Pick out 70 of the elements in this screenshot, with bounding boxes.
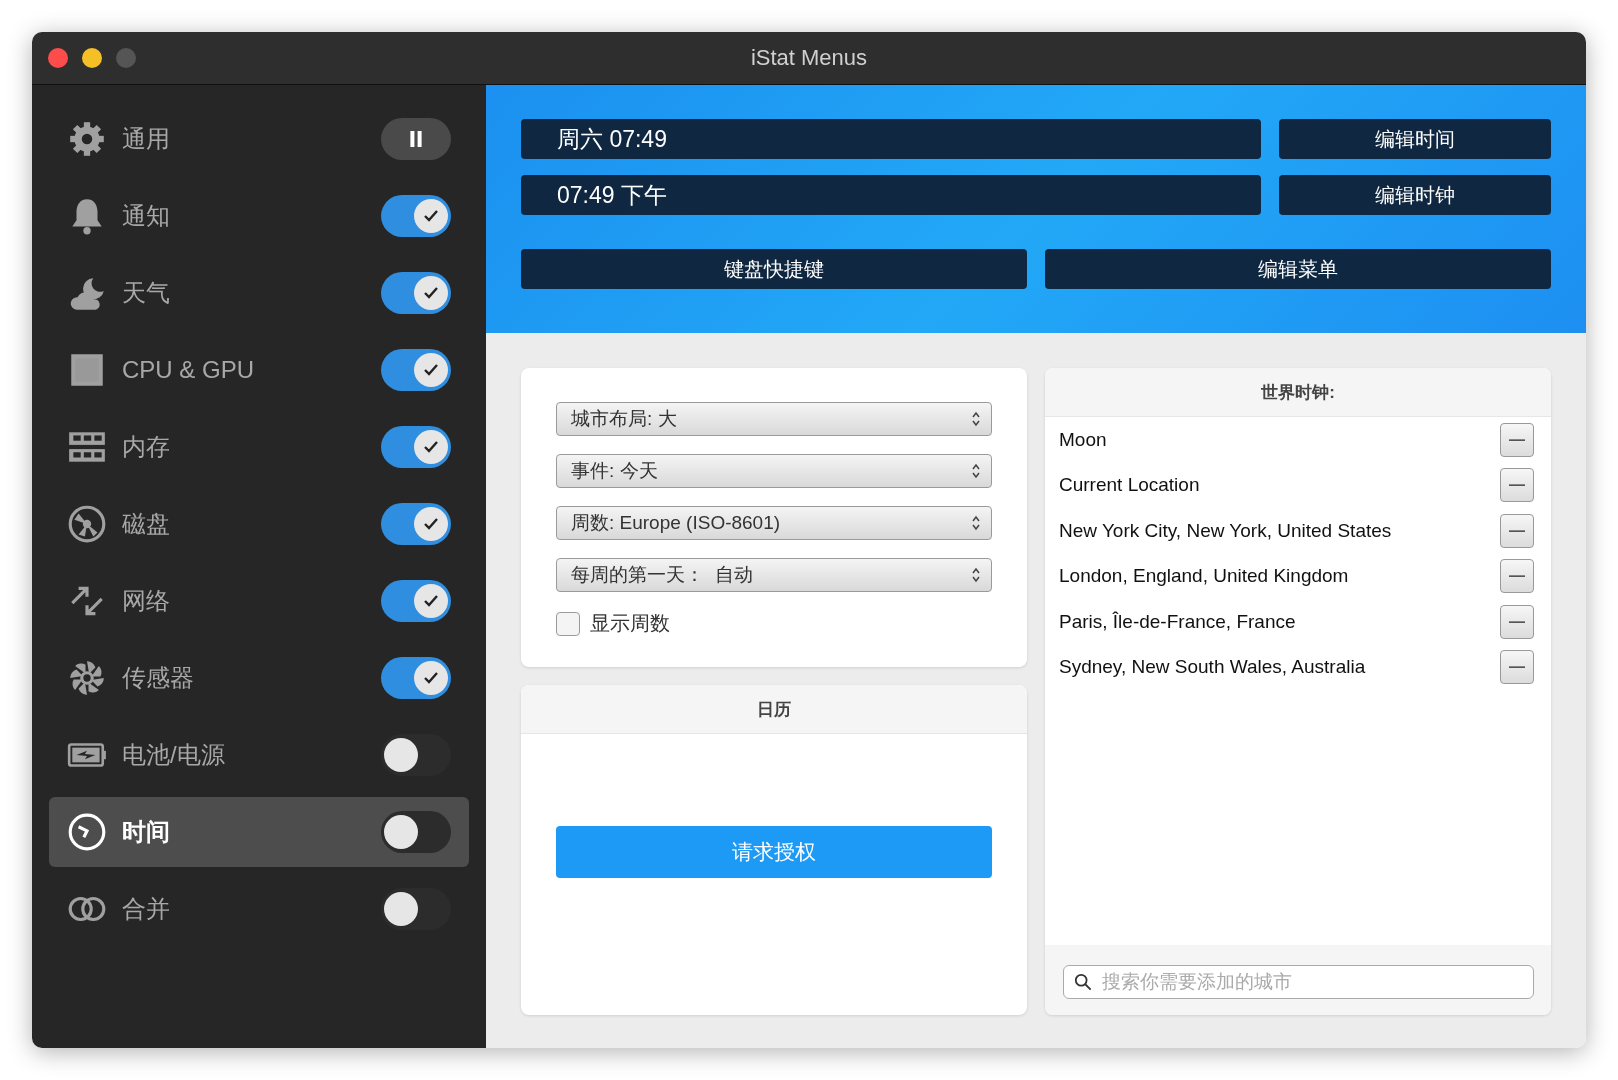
toggle-switch[interactable] [381,426,451,468]
window-title: iStat Menus [750,45,868,71]
remove-button[interactable]: — [1500,650,1534,685]
sidebar-item[interactable]: 磁盘 [49,489,469,559]
card-header: 日历 [521,685,1027,734]
remove-button[interactable]: — [1500,422,1534,457]
module-label: 内存 [122,432,171,462]
module-label: 时间 [122,817,171,847]
time-format-field[interactable]: 周六 07:49 [521,119,1261,159]
city-name: Moon [1059,428,1108,451]
city-name: Sydney, New South Wales, Australia [1059,656,1367,679]
checkbox[interactable] [556,611,580,636]
toggle-switch[interactable] [381,349,451,391]
dropdown[interactable]: 事件: 今天 [556,454,992,488]
search-field[interactable]: 搜索你需要添加的城市 [1063,965,1534,999]
city-name: New York City, New York, United States [1059,519,1393,542]
card-header: 世界时钟: [1045,368,1551,417]
module-label: 合并 [122,894,171,924]
time-format-field[interactable]: 07:49 下午 [521,175,1261,215]
close-button[interactable] [48,48,68,68]
sidebar-item[interactable]: 电池/电源 [49,720,469,790]
toggle-switch[interactable] [381,272,451,314]
edit-button[interactable]: 编辑时间 [1279,119,1551,159]
city-name: London, England, United Kingdom [1059,565,1350,588]
sidebar-item[interactable]: CPU & GPU [49,335,469,405]
module-label: 传感器 [122,663,195,693]
edit-button[interactable]: 编辑时钟 [1279,175,1551,215]
toggle-switch[interactable] [381,734,451,776]
minimize-button[interactable] [82,48,102,68]
checkbox-label: 显示周数 [590,611,670,636]
toggle-switch[interactable] [381,657,451,699]
pause-button[interactable] [381,118,451,160]
module-label: CPU & GPU [122,356,256,384]
updown-chevron-icon [971,567,981,583]
dropdown[interactable]: 城市布局: 大 [556,402,992,436]
sidebar-item[interactable]: 传感器 [49,643,469,713]
sidebar-item[interactable]: 天气 [49,258,469,328]
dropdown[interactable]: 周数: Europe (ISO-8601) [556,506,992,540]
toggle-switch[interactable] [381,195,451,237]
remove-button[interactable]: — [1500,513,1534,548]
city-name: Current Location [1059,474,1201,497]
city-name: Paris, Île-de-France, France [1059,610,1297,633]
sidebar-item[interactable]: 网络 [49,566,469,636]
module-label: 通用 [122,124,171,154]
module-label: 电池/电源 [122,740,226,770]
remove-button[interactable]: — [1500,604,1534,639]
header-button[interactable]: 键盘快捷键 [521,249,1027,289]
module-label: 通知 [122,201,171,231]
dropdown[interactable]: 每周的第一天： 自动 [556,558,992,592]
toggle-switch[interactable] [381,580,451,622]
module-label: 网络 [122,586,171,616]
remove-button[interactable]: — [1500,559,1534,594]
module-label: 天气 [122,278,171,308]
sidebar-item[interactable]: 通知 [49,181,469,251]
sidebar-item[interactable]: 内存 [49,412,469,482]
toggle-switch[interactable] [381,811,451,853]
sidebar-item[interactable]: 通用 [49,104,469,174]
toggle-switch[interactable] [381,503,451,545]
remove-button[interactable]: — [1500,468,1534,503]
updown-chevron-icon [971,463,981,479]
pause-icon [408,129,424,149]
updown-chevron-icon [971,515,981,531]
module-label: 磁盘 [122,509,171,539]
disk-icon [66,503,108,545]
updown-chevron-icon [971,411,981,427]
clock-icon [66,811,108,853]
header-button[interactable]: 编辑菜单 [1045,249,1551,289]
toggle-switch[interactable] [381,888,451,930]
sidebar-item[interactable]: 时间 [49,797,469,867]
sidebar-item[interactable]: 合并 [49,874,469,944]
